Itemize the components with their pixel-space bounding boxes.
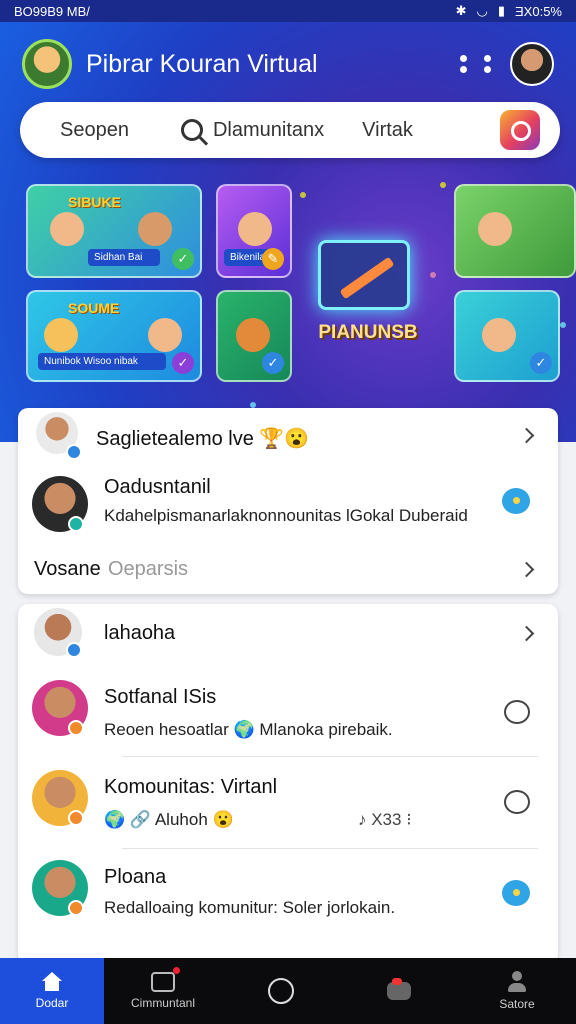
tile-person <box>148 318 182 352</box>
tile-title: SIBUKE <box>68 194 121 210</box>
chat-bubble-icon[interactable] <box>502 880 530 906</box>
status-badge <box>68 810 84 826</box>
tile-person <box>482 318 516 352</box>
nav-label: Satore <box>499 997 535 1011</box>
profile-avatar[interactable] <box>510 42 554 86</box>
nav-community[interactable]: Cimmuntanl <box>104 958 222 1024</box>
list-item-subtitle: Kdahelpismanarlaknonnounitas lGokal Dube… <box>104 506 468 525</box>
list-item[interactable]: Saglietealemo lve 🏆😮 <box>18 408 558 464</box>
list-item[interactable]: lahaoha <box>18 604 558 664</box>
divider <box>122 756 538 757</box>
tile-caption: Nunibok Wisoo nibak <box>38 353 166 370</box>
status-badge <box>68 720 84 736</box>
list-item-name: Saglietealemo lve 🏆😮 <box>96 428 310 450</box>
search-right-label[interactable]: Virtak <box>362 119 413 142</box>
divider <box>122 848 538 849</box>
check-icon: ✓ <box>530 352 552 374</box>
circle-icon <box>268 978 294 1004</box>
list-item-name: Komounitas: Virtanl <box>104 776 278 798</box>
nav-label: Dodar <box>35 996 69 1010</box>
logo-avatar[interactable] <box>22 39 72 89</box>
user-icon <box>506 971 528 993</box>
check-icon: ✓ <box>172 352 194 374</box>
list-item-subtitle: 🌍 🔗 Aluhoh 😮 <box>104 810 234 829</box>
list-item-subtitle: Redalloaing komunitur: Soler jorlokain. <box>104 898 396 917</box>
tile-person <box>236 318 270 352</box>
tile-caption: Sidhan Bai <box>88 249 160 266</box>
nav-center[interactable] <box>222 958 340 1024</box>
banner-tile-1[interactable]: SIBUKE Sidhan Bai ✓ <box>26 184 202 278</box>
tile-person <box>238 212 272 246</box>
status-badge <box>68 900 84 916</box>
list-item-name: Ploana <box>104 866 167 888</box>
banner-tile-2[interactable]: Bikenilais ✎ <box>216 184 292 278</box>
verified-badge-icon <box>68 516 84 532</box>
nav-label: Cimmuntanl <box>130 996 196 1010</box>
chevron-right-icon[interactable] <box>518 427 535 444</box>
game-board-illustration <box>318 240 410 310</box>
edit-icon: ✎ <box>262 248 284 270</box>
signal-icon: ▮ <box>497 3 506 18</box>
list-item[interactable]: Komounitas: Virtanl 🌍 🔗 Aluhoh 😮 ♪ X33 ⁝ <box>18 764 558 850</box>
list-item-name: lahaoha <box>104 622 176 644</box>
nav-games[interactable] <box>340 958 458 1024</box>
tile-person <box>478 212 512 246</box>
banner-tile-3[interactable]: SOUME Nunibok Wisoo nibak ✓ <box>26 290 202 382</box>
status-bar: BO99B9 MB/ ✱ ◡ ▮ ƎX0:5% <box>0 0 576 22</box>
chat-outline-icon[interactable] <box>504 700 530 724</box>
tile-person <box>44 318 78 352</box>
bluetooth-icon: ✱ <box>455 3 467 18</box>
list-item[interactable]: Oadusntanil Kdahelpismanarlaknonnounitas… <box>18 468 558 544</box>
search-bar[interactable]: Seopen Dlamunitanx Virtak <box>20 102 560 158</box>
nav-home[interactable]: Dodar <box>0 958 104 1024</box>
app-title: Pibrar Kouran Virtual <box>86 49 318 78</box>
instagram-icon[interactable] <box>500 110 540 150</box>
footer-sub: Oeparsis <box>108 558 189 580</box>
chevron-right-icon[interactable] <box>518 625 535 642</box>
check-icon: ✓ <box>262 352 284 374</box>
tile-title: SOUME <box>68 300 120 316</box>
community-card-1: Saglietealemo lve 🏆😮 Oadusntanil Kdahelp… <box>18 408 558 594</box>
verified-badge-icon <box>66 642 82 658</box>
bottom-nav: Dodar Cimmuntanl Satore <box>0 958 576 1024</box>
community-card-2: lahaoha Sotfanal ISis Reoen hesoatlar 🌍 … <box>18 604 558 964</box>
list-item-subtitle: Reoen hesoatlar 🌍 Mlanoka pirebaik. <box>104 720 393 739</box>
list-item-extra: ♪ X33 ⁝ <box>358 810 412 829</box>
wifi-icon: ◡ <box>476 3 488 18</box>
chat-outline-icon[interactable] <box>504 790 530 814</box>
banner-tile-5[interactable] <box>454 184 576 278</box>
list-item-name: Sotfanal ISis <box>104 686 217 708</box>
verified-badge-icon <box>66 444 82 460</box>
nav-profile[interactable]: Satore <box>458 958 576 1024</box>
chat-icon <box>151 967 180 992</box>
footer-label: Vosane <box>34 558 101 580</box>
home-icon <box>41 972 63 992</box>
banner-center-label: PIANUNSB <box>318 322 418 343</box>
tile-person <box>50 212 84 246</box>
tile-person <box>138 212 172 246</box>
banner-tile-4[interactable]: ✓ <box>216 290 292 382</box>
banner-tile-6[interactable]: ✓ <box>454 290 560 382</box>
game-icon <box>387 978 411 1000</box>
list-item[interactable]: Vosane Oeparsis <box>18 548 558 590</box>
status-right: ƎX0:5% <box>515 3 562 19</box>
list-item[interactable]: Sotfanal ISis Reoen hesoatlar 🌍 Mlanoka … <box>18 674 558 758</box>
list-item[interactable]: Ploana Redalloaing komunitur: Soler jorl… <box>18 854 558 940</box>
search-middle-label[interactable]: Dlamunitanx <box>213 119 324 142</box>
status-left: BO99B9 MB/ <box>14 3 90 19</box>
app-bar: Pibrar Kouran Virtual <box>0 22 576 106</box>
list-item-name: Oadusntanil <box>104 476 211 498</box>
check-icon: ✓ <box>172 248 194 270</box>
chat-bubble-icon[interactable] <box>502 488 530 514</box>
apps-grid-icon[interactable] <box>456 44 496 84</box>
chevron-right-icon[interactable] <box>518 561 535 578</box>
search-left-label[interactable]: Seopen <box>60 119 129 142</box>
search-icon[interactable] <box>180 119 203 141</box>
